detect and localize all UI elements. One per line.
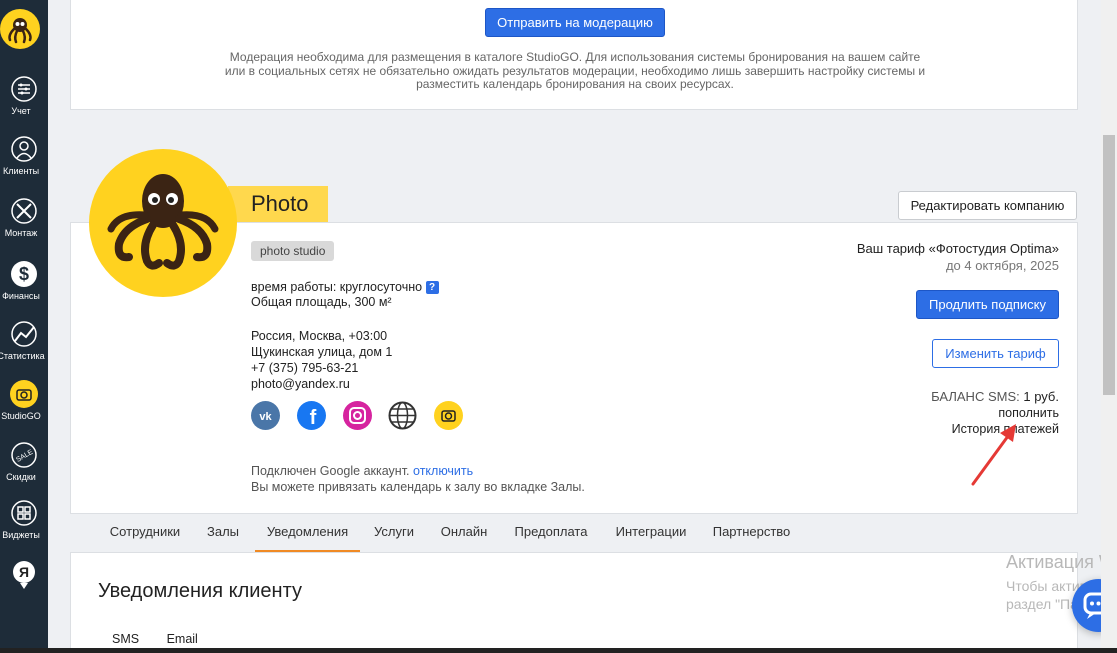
google-account-info: Подключен Google аккаунт. отключить Вы м…	[251, 463, 585, 495]
sale-tag-icon: SALE	[11, 442, 37, 468]
moderation-card: Отправить на модерацию Модерация необход…	[70, 0, 1078, 110]
tab-online[interactable]: Онлайн	[434, 514, 494, 552]
tariff-until: до 4 октября, 2025	[945, 258, 1059, 273]
vertical-scrollbar[interactable]	[1101, 0, 1117, 653]
subtab-sms[interactable]: SMS	[112, 632, 139, 646]
instagram-icon[interactable]	[343, 401, 372, 430]
sms-balance-value: 1 руб.	[1023, 389, 1059, 404]
dollar-icon: $	[11, 261, 37, 287]
taskbar-edge	[0, 648, 1117, 653]
company-tabs: Сотрудники Залы Уведомления Услуги Онлай…	[70, 514, 1078, 552]
tab-integrations[interactable]: Интеграции	[606, 514, 696, 552]
sms-balance: БАЛАНС SMS: 1 руб.	[931, 389, 1059, 404]
sidebar-item-yandex[interactable]: Я	[0, 559, 48, 591]
svg-text:SALE: SALE	[15, 449, 34, 464]
tab-partnership[interactable]: Партнерство	[704, 514, 799, 552]
category-badge: photo studio	[251, 241, 335, 261]
moderation-note: Модерация необходима для размещения в ка…	[224, 50, 926, 91]
extend-subscription-button[interactable]: Продлить подписку	[916, 290, 1059, 319]
help-icon[interactable]: ?	[425, 281, 439, 295]
studiogo-icon[interactable]	[434, 401, 463, 430]
sidebar-item-label: Учет	[11, 106, 31, 116]
notifications-section: Уведомления клиенту SMS Email	[70, 552, 1078, 653]
phone: +7 (375) 795-63-21	[251, 361, 359, 375]
tab-employees[interactable]: Сотрудники	[100, 514, 190, 552]
tariff-title: Ваш тариф «Фотостудия Optima»	[856, 241, 1059, 256]
camera-icon	[10, 380, 38, 408]
area: Общая площадь, 300 м²	[251, 295, 392, 309]
svg-text:Я: Я	[19, 564, 29, 580]
octopus-logo-icon	[107, 174, 219, 270]
company-avatar	[89, 149, 237, 297]
svg-text:$: $	[19, 264, 29, 284]
chart-icon	[11, 321, 37, 347]
google-status: Подключен Google аккаунт.	[251, 464, 410, 478]
notification-subtabs: SMS Email	[112, 632, 198, 646]
notifications-title: Уведомления клиенту	[98, 580, 302, 602]
sidebar-item-discounts[interactable]: SALE Скидки	[0, 440, 48, 482]
sidebar-item-accounting[interactable]: Учет	[0, 74, 48, 116]
user-icon	[11, 136, 37, 162]
company-name: Photo	[251, 191, 309, 216]
sidebar: Учет Клиенты Монтаж $ Финансы Статистика…	[0, 0, 48, 653]
email: photo@yandex.ru	[251, 377, 350, 391]
sidebar-item-clients[interactable]: Клиенты	[0, 134, 48, 176]
sidebar-item-label: StudioGO	[1, 411, 41, 421]
sidebar-item-widgets[interactable]: Виджеты	[0, 498, 48, 540]
sidebar-item-stats[interactable]: Статистика	[0, 319, 48, 361]
sidebar-item-label: Финансы	[2, 291, 40, 301]
work-hours: время работы: круглосуточно	[251, 280, 423, 294]
disconnect-google-link[interactable]: отключить	[413, 464, 473, 478]
tools-icon	[11, 198, 37, 224]
sidebar-item-montage[interactable]: Монтаж	[0, 196, 48, 238]
svg-text:f: f	[310, 407, 317, 429]
sidebar-item-label: Виджеты	[2, 530, 40, 540]
location: Россия, Москва, +03:00	[251, 329, 388, 343]
address: Щукинская улица, дом 1	[251, 345, 393, 359]
sms-balance-label: БАЛАНС SMS:	[931, 389, 1020, 404]
red-arrow-annotation	[971, 424, 1016, 486]
company-name-tag: Photo	[228, 186, 328, 222]
google-hint: Вы можете привязать календарь к залу во …	[251, 480, 585, 494]
scrollbar-thumb[interactable]	[1103, 135, 1115, 395]
main-content: Отправить на модерацию Модерация необход…	[48, 0, 1117, 653]
edit-company-button[interactable]: Редактировать компанию	[898, 191, 1077, 220]
tab-prepayment[interactable]: Предоплата	[506, 514, 596, 552]
sidebar-item-label: Статистика	[0, 351, 45, 361]
facebook-icon[interactable]: f	[297, 401, 326, 430]
sidebar-item-finance[interactable]: $ Финансы	[0, 259, 48, 301]
studiogo-logo-icon[interactable]	[0, 9, 40, 49]
send-to-moderation-button[interactable]: Отправить на модерацию	[485, 8, 665, 37]
abacus-icon	[11, 76, 37, 102]
sidebar-item-label: Клиенты	[2, 166, 40, 176]
vk-icon[interactable]: vk	[251, 401, 280, 430]
work-hours-row: время работы: круглосуточно ?	[251, 280, 439, 295]
globe-icon[interactable]	[388, 401, 417, 430]
sidebar-item-studiogo[interactable]: StudioGO	[0, 379, 48, 421]
subtab-email[interactable]: Email	[167, 632, 198, 646]
sidebar-item-label: Монтаж	[4, 228, 38, 238]
yandex-icon: Я	[13, 561, 35, 589]
tab-halls[interactable]: Залы	[198, 514, 248, 552]
widgets-icon	[11, 500, 37, 526]
tab-services[interactable]: Услуги	[366, 514, 422, 552]
svg-text:vk: vk	[259, 411, 272, 423]
sidebar-item-label: Скидки	[6, 472, 36, 482]
tab-notifications[interactable]: Уведомления	[255, 514, 360, 552]
change-tariff-button[interactable]: Изменить тариф	[932, 339, 1059, 368]
